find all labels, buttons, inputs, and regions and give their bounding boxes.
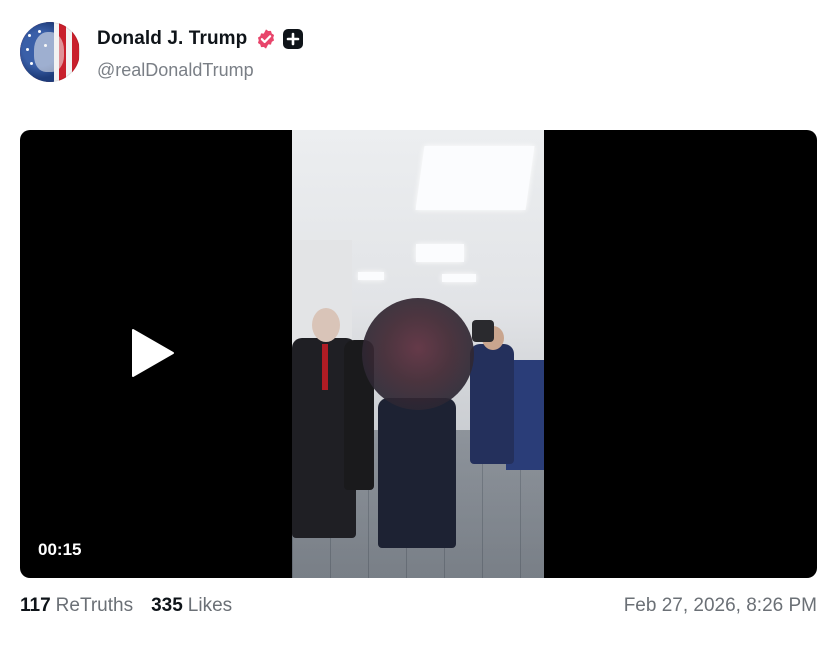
ceiling-light [415, 146, 535, 210]
video-duration: 00:15 [38, 540, 82, 559]
avatar-star [38, 30, 41, 33]
play-button[interactable] [129, 328, 189, 378]
retruths-label: ReTruths [55, 595, 134, 616]
avatar-star [30, 62, 33, 65]
post-stats: 117 ReTruths 335 Likes [20, 595, 232, 617]
post-timestamp[interactable]: Feb 27, 2026, 8:26 PM [624, 595, 817, 617]
verified-badge-icon [255, 28, 277, 50]
avatar-face [34, 32, 64, 72]
likes-label: Likes [187, 595, 233, 616]
person-center [378, 398, 456, 548]
ceiling-light [442, 274, 476, 282]
author-name-row: Donald J. Trump [97, 28, 304, 50]
ceiling-light [416, 244, 464, 262]
video-player[interactable]: 00:15 [20, 130, 817, 578]
ceiling-light [358, 272, 384, 280]
play-icon [132, 329, 174, 377]
profile-avatar[interactable] [20, 22, 80, 82]
author-display-name[interactable]: Donald J. Trump [97, 28, 247, 50]
video-frame [292, 130, 544, 578]
retruths-count: 117 [20, 595, 51, 616]
plus-badge-icon [283, 29, 304, 49]
red-tie [322, 344, 328, 390]
post-header: Donald J. Trump @realDonaldTrump [20, 22, 820, 84]
author-handle[interactable]: @realDonaldTrump [97, 60, 254, 81]
likes-count: 335 [151, 595, 183, 616]
avatar-star [26, 48, 29, 51]
person-right [470, 344, 514, 464]
camera [472, 320, 494, 342]
retruths-stat[interactable]: 117 ReTruths [20, 595, 133, 617]
person-left-head [312, 308, 340, 342]
avatar-star [28, 34, 31, 37]
likes-stat[interactable]: 335 Likes [151, 595, 232, 617]
blurred-face [362, 298, 474, 410]
